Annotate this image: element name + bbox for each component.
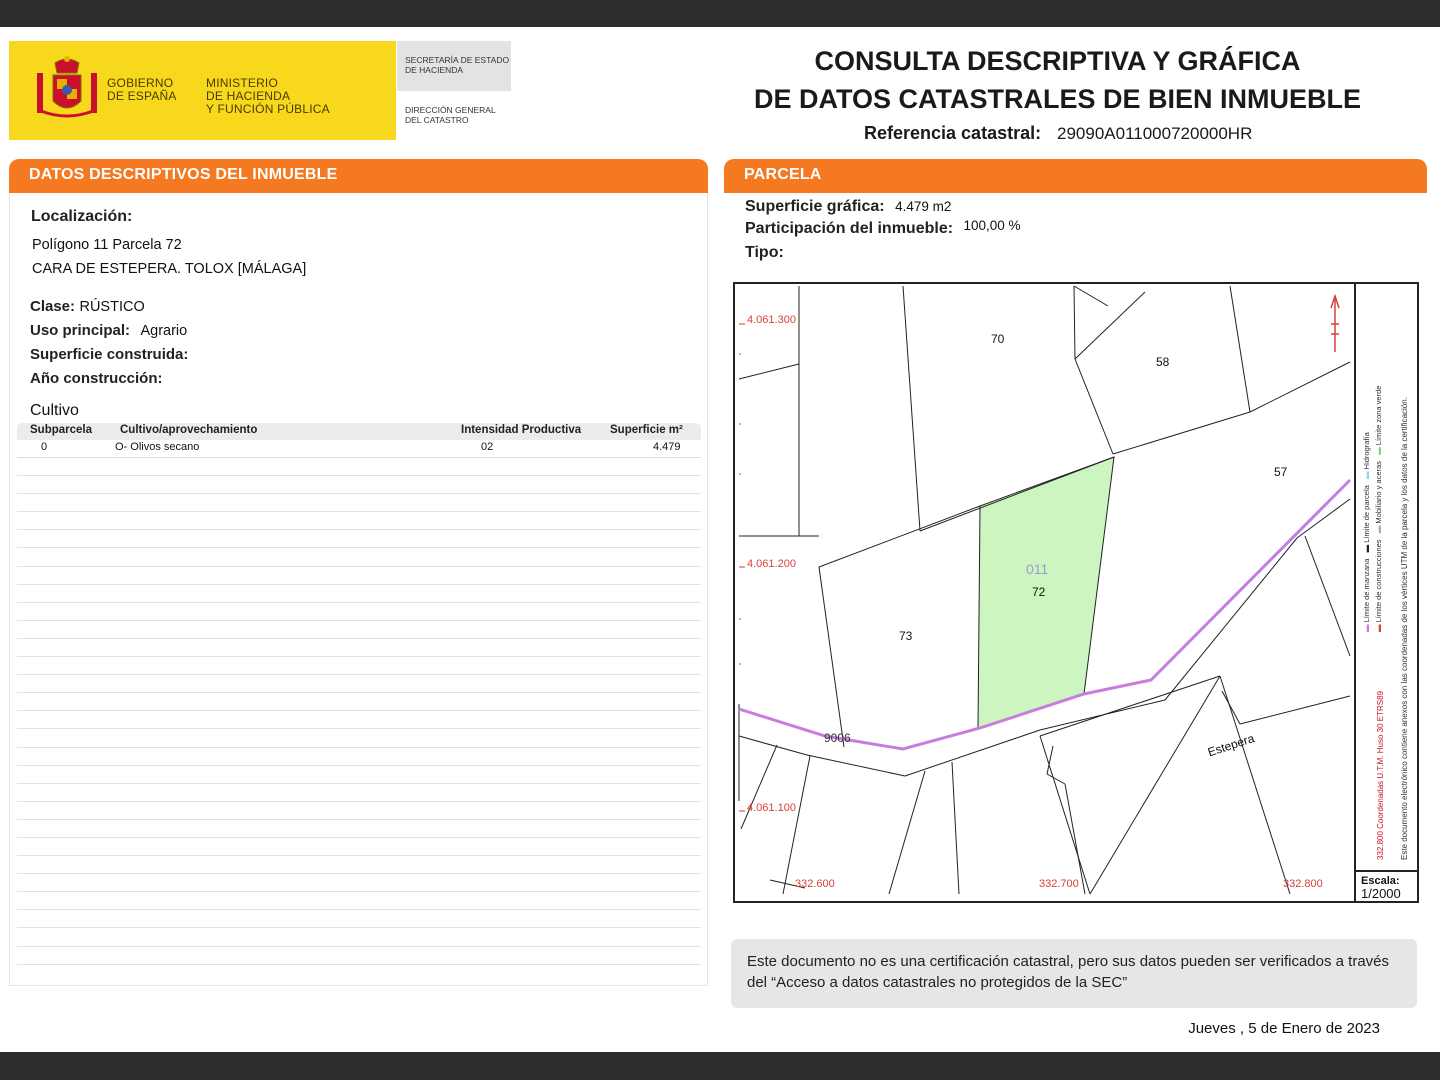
easting-label-2: 332.700 xyxy=(1039,878,1079,890)
north-arrow-icon xyxy=(1330,293,1340,352)
tipo-label: Tipo: xyxy=(745,244,784,261)
empty-table-row xyxy=(17,874,701,893)
empty-table-row xyxy=(17,928,701,947)
verification-note: Este documento no es una certificación c… xyxy=(731,939,1417,1008)
clase-value: RÚSTICO xyxy=(79,299,145,315)
superficie-grafica-value: 4.479 m2 xyxy=(895,199,952,214)
empty-table-row xyxy=(17,729,701,748)
top-bar xyxy=(0,0,1440,27)
clase-row: Clase: RÚSTICO xyxy=(30,298,145,316)
cell-cultivo: O- Olivos secano xyxy=(115,441,200,453)
empty-table-row xyxy=(17,458,701,477)
empty-table-row xyxy=(17,892,701,911)
ministerio-text: MINISTERIO DE HACIENDA Y FUNCIÓN PÚBLICA xyxy=(206,76,330,116)
participacion-row: Participación del inmueble: 100,00 % xyxy=(745,218,1021,238)
empty-table-row xyxy=(17,947,701,965)
cultivo-table: Subparcela Cultivo/aprovechamiento Inten… xyxy=(17,423,701,965)
empty-table-row xyxy=(17,820,701,838)
gobierno-text: GOBIERNO DE ESPAÑA xyxy=(107,76,177,103)
parcel-72-shape xyxy=(977,456,1115,729)
parcel-label-72: 72 xyxy=(1032,585,1046,599)
empty-table-row xyxy=(17,784,701,802)
empty-table-row xyxy=(17,856,701,875)
empty-table-rows xyxy=(17,458,701,965)
clase-label: Clase: xyxy=(30,298,76,315)
empty-table-row xyxy=(17,639,701,658)
localizacion-label: Localización: xyxy=(31,208,133,225)
superficie-grafica-label: Superficie gráfica: xyxy=(745,198,885,215)
polygon-label: 011 xyxy=(1026,561,1049,577)
easting-label-3: 332.800 xyxy=(1283,878,1323,890)
empty-table-row xyxy=(17,585,701,603)
uso-value: Agrario xyxy=(140,323,188,339)
empty-table-row xyxy=(17,603,701,621)
easting-label-1: 332.600 xyxy=(795,878,835,890)
scale-box: Escala: 1/2000 xyxy=(1354,870,1419,903)
uso-label: Uso principal: xyxy=(30,322,131,339)
empty-table-row xyxy=(17,711,701,730)
col-subparcela: Subparcela xyxy=(30,424,92,436)
empty-table-row xyxy=(17,512,701,531)
coordinate-ticks xyxy=(739,323,745,812)
table-row: 0 O- Olivos secano 02 4.479 xyxy=(17,440,701,458)
participacion-label: Participación del inmueble: xyxy=(745,220,954,237)
empty-table-row xyxy=(17,766,701,784)
empty-table-row xyxy=(17,657,701,676)
parcel-label-58: 58 xyxy=(1156,355,1170,369)
legend-annex-note: Este documento electrónico contiene anex… xyxy=(1400,397,1409,860)
legend-items-2: ▬ Límite de construcciones ▬ Mobiliario … xyxy=(1374,385,1383,632)
participacion-value: 100,00 % xyxy=(963,218,1021,233)
localizacion-line2: CARA DE ESTEPERA. TOLOX [MÁLAGA] xyxy=(32,261,307,277)
northing-label-1: 4.061.300 xyxy=(747,314,796,326)
road-label: 9006 xyxy=(824,731,851,745)
empty-table-row xyxy=(17,476,701,495)
cell-subparcela: 0 xyxy=(41,441,48,453)
empty-table-row xyxy=(17,693,701,712)
legend-utm-note: 332.800 Coordenadas U.T.M. Huso 30 ETRS8… xyxy=(1376,691,1385,860)
northing-label-3: 4.061.100 xyxy=(747,802,796,814)
cell-intensidad: 02 xyxy=(481,441,494,453)
anio-construccion-label: Año construcción: xyxy=(30,370,163,387)
superficie-construida-label: Superficie construida: xyxy=(30,346,189,363)
empty-table-row xyxy=(17,530,701,549)
scale-value: 1/2000 xyxy=(1361,886,1401,901)
empty-table-row xyxy=(17,675,701,694)
document-date: Jueves , 5 de Enero de 2023 xyxy=(1188,1020,1380,1037)
document-title: CONSULTA DESCRIPTIVA Y GRÁFICA DE DATOS … xyxy=(753,46,1362,114)
superficie-grafica-row: Superficie gráfica: 4.479 m2 xyxy=(745,198,951,216)
empty-table-row xyxy=(17,567,701,585)
section-header-descriptivos: DATOS DESCRIPTIVOS DEL INMUEBLE xyxy=(9,159,708,193)
uso-row: Uso principal: Agrario xyxy=(30,322,187,340)
empty-table-row xyxy=(17,621,701,639)
legend-items-1: ▬ Límite de manzana ▬ Límite de parcela … xyxy=(1362,432,1371,632)
localizacion-line1: Polígono 11 Parcela 72 xyxy=(32,237,182,253)
parcel-label-70: 70 xyxy=(991,332,1005,346)
cultivo-title: Cultivo xyxy=(30,402,79,419)
section-header-parcela: PARCELA xyxy=(724,159,1427,193)
gobierno-logo: GOBIERNO DE ESPAÑA MINISTERIO DE HACIEND… xyxy=(9,41,396,140)
parcel-map: 4.061.300 4.061.200 4.061.100 332.600 33… xyxy=(733,282,1419,903)
bottom-bar xyxy=(0,1052,1440,1080)
empty-table-row xyxy=(17,494,701,513)
empty-table-row xyxy=(17,548,701,567)
parcel-label-73: 73 xyxy=(899,629,913,643)
parcel-label-57: 57 xyxy=(1274,465,1288,479)
ref-catastral-label: Referencia catastral: xyxy=(864,123,1042,143)
northing-label-2: 4.061.200 xyxy=(747,558,796,570)
secretaria-box: SECRETARÍA DE ESTADO DE HACIENDA xyxy=(397,41,511,91)
col-cultivo: Cultivo/aprovechamiento xyxy=(120,424,258,436)
col-superficie: Superficie m² xyxy=(610,424,683,436)
direccion-text: DIRECCIÓN GENERAL DEL CATASTRO xyxy=(405,105,496,125)
coat-of-arms-icon xyxy=(37,56,97,118)
empty-table-row xyxy=(17,910,701,929)
col-intensidad: Intensidad Productiva xyxy=(461,424,582,436)
cell-superficie: 4.479 xyxy=(653,441,681,453)
cultivo-table-header: Subparcela Cultivo/aprovechamiento Inten… xyxy=(17,423,701,440)
empty-table-row xyxy=(17,802,701,820)
empty-table-row xyxy=(17,838,701,857)
secretaria-text: SECRETARÍA DE ESTADO DE HACIENDA xyxy=(405,55,510,75)
empty-table-row xyxy=(17,748,701,766)
ref-catastral-value: 29090A011000720000HR xyxy=(1057,124,1253,143)
map-legend: Este documento electrónico contiene anex… xyxy=(1354,282,1419,903)
